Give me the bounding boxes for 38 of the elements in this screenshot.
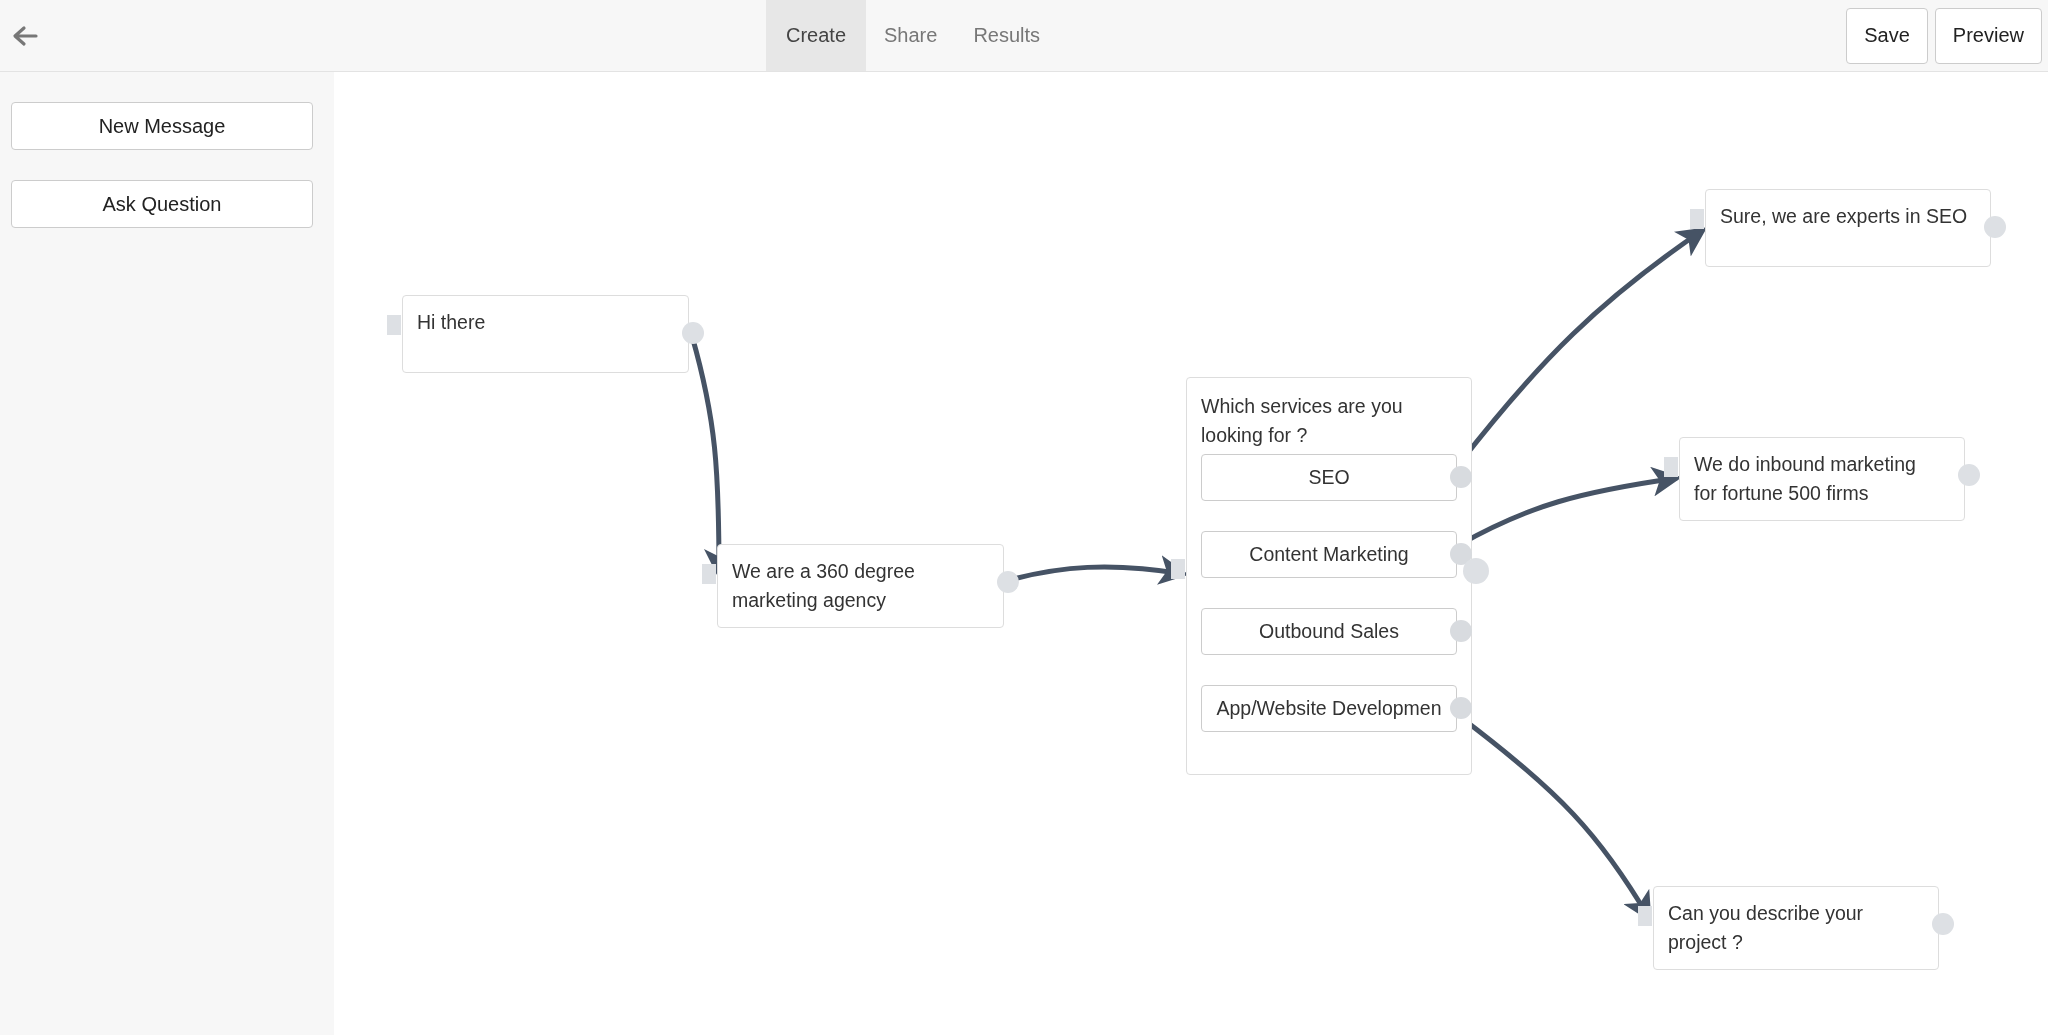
output-handle[interactable]	[1932, 913, 1954, 935]
input-handle[interactable]	[387, 315, 401, 335]
message-node[interactable]: Can you describe your project ?	[1653, 886, 1939, 970]
input-handle[interactable]	[1171, 559, 1185, 579]
question-node[interactable]: Which services are you looking for ? SEO Content Marketing Outbound Sales App/Website Developmen	[1186, 377, 1472, 775]
message-text: We are a 360 degree marketing agency	[732, 559, 916, 613]
message-text: We do inbound marketing for fortune 500 firms	[1694, 452, 1917, 506]
question-text: Which services are you looking for ?	[1201, 394, 1404, 448]
input-handle[interactable]	[702, 564, 716, 584]
message-node[interactable]: We are a 360 degree marketing agency	[717, 544, 1004, 628]
output-handle[interactable]	[1463, 558, 1489, 584]
answer-option-button[interactable]: SEO	[1201, 454, 1457, 501]
input-handle[interactable]	[1690, 209, 1704, 229]
answer-option-button[interactable]: Content Marketing	[1201, 531, 1457, 578]
message-text: Can you describe your project ?	[1668, 901, 1865, 955]
output-handle[interactable]	[1984, 216, 2006, 238]
message-node[interactable]: Hi there	[402, 295, 689, 373]
output-handle[interactable]	[1450, 620, 1472, 642]
tab[interactable]: Share	[866, 0, 956, 71]
output-handle[interactable]	[1450, 697, 1472, 719]
message-text: Sure, we are experts in SEO	[1720, 204, 1969, 229]
preview-button[interactable]: Preview	[1934, 7, 2042, 64]
output-handle[interactable]	[997, 571, 1019, 593]
output-handle[interactable]	[1450, 466, 1472, 488]
answer-option-button[interactable]: Outbound Sales	[1201, 608, 1457, 655]
ask-question-button[interactable]: Ask Question	[11, 180, 313, 228]
message-node[interactable]: Sure, we are experts in SEO	[1705, 189, 1991, 267]
new-message-button[interactable]: New Message	[11, 102, 313, 150]
save-button[interactable]: Save	[1846, 7, 1928, 64]
message-node[interactable]: We do inbound marketing for fortune 500 firms	[1679, 437, 1965, 521]
tab[interactable]: Results	[955, 0, 1059, 71]
output-handle[interactable]	[1958, 464, 1980, 486]
input-handle[interactable]	[1664, 457, 1678, 477]
input-handle[interactable]	[1638, 906, 1652, 926]
output-handle[interactable]	[682, 322, 704, 344]
tab[interactable]: Create	[766, 0, 867, 71]
answer-option-button[interactable]: App/Website Developmen	[1201, 685, 1457, 732]
message-text: Hi there	[417, 310, 487, 335]
